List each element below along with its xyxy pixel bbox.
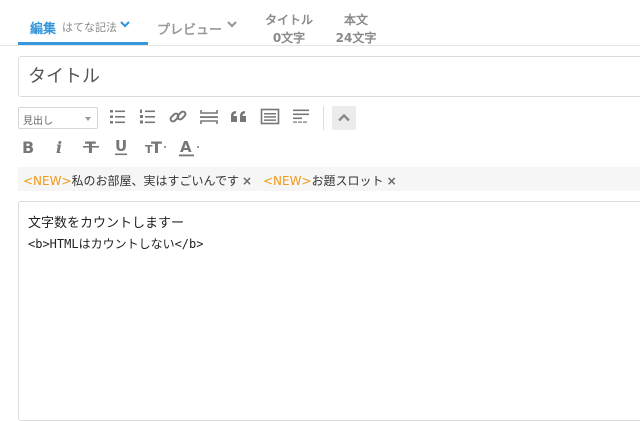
font-color-button[interactable]: A [178, 136, 204, 158]
strikethrough-button[interactable]: T [81, 136, 103, 158]
body-text-line: <b>HTMLはカウントしない</b> [28, 237, 204, 251]
body-textarea[interactable]: 文字数をカウントしますー <b>HTMLはカウントしない</b> [18, 201, 640, 421]
numbered-list-icon [140, 109, 155, 124]
topic-item[interactable]: <NEW>私のお部屋、実はすごいんです × [23, 172, 252, 189]
underline-button[interactable]: U [112, 136, 134, 158]
title-char-counter: タイトル 0文字 [262, 11, 316, 47]
editor-mode-tabs: 編集 はてな記法 プレビュー タイトル 0文字 本文 24文字 [0, 0, 640, 46]
read-more-button[interactable] [290, 106, 312, 128]
svg-text:A: A [180, 138, 192, 156]
close-icon[interactable]: × [387, 174, 397, 188]
font-size-icon: T T [145, 138, 166, 157]
tab-edit[interactable]: 編集 はてな記法 [18, 0, 148, 46]
toolbar-separator [323, 106, 324, 130]
font-color-icon: A [179, 138, 199, 157]
insert-table-button[interactable] [259, 106, 281, 128]
tab-preview[interactable]: プレビュー [157, 0, 245, 46]
svg-text:T: T [151, 138, 162, 157]
svg-text:i: i [56, 138, 62, 157]
topic-label: お題スロット [311, 174, 384, 188]
collapse-toolbar-button[interactable] [332, 106, 356, 130]
title-input[interactable] [18, 56, 640, 97]
read-more-icon [293, 109, 309, 123]
svg-text:U: U [115, 137, 127, 155]
heading-select-value: 見出し [23, 116, 53, 127]
new-badge: <NEW> [23, 174, 72, 188]
bold-button[interactable]: B [19, 136, 41, 158]
link-icon [169, 110, 187, 123]
counter-label: 本文 [343, 13, 368, 27]
tab-preview-label: プレビュー [157, 23, 223, 38]
bullet-list-button[interactable] [107, 106, 129, 128]
table-icon [260, 108, 280, 125]
svg-text:B: B [22, 138, 34, 157]
close-icon[interactable]: × [242, 174, 252, 188]
topic-item[interactable]: <NEW>お題スロット × [263, 172, 397, 189]
quote-button[interactable] [228, 106, 250, 128]
horizontal-rule-button[interactable] [198, 106, 220, 128]
chevron-up-icon [338, 113, 350, 122]
horizontal-rule-icon [200, 110, 218, 124]
new-badge: <NEW> [263, 174, 312, 188]
font-size-button[interactable]: T T [143, 136, 169, 158]
tabs-divider [0, 45, 640, 46]
numbered-list-button[interactable] [137, 106, 159, 128]
body-text-line: 文字数をカウントしますー [28, 216, 185, 231]
topic-suggestions-bar: <NEW>私のお部屋、実はすごいんです × <NEW>お題スロット × [18, 167, 640, 191]
bullet-list-icon [110, 110, 125, 124]
tab-edit-label: 編集 [30, 22, 57, 37]
tab-edit-syntax: はてな記法 [62, 21, 117, 34]
body-char-counter: 本文 24文字 [332, 11, 380, 47]
insert-link-button[interactable] [167, 106, 189, 128]
strikethrough-icon: T [83, 138, 99, 157]
counter-label: タイトル [264, 13, 313, 27]
italic-icon: i [56, 138, 62, 157]
underline-icon: U [115, 137, 127, 156]
select-arrow-icon [85, 117, 91, 121]
bold-icon: B [22, 138, 34, 157]
quote-icon [231, 111, 246, 122]
chevron-down-icon[interactable] [120, 20, 130, 28]
chevron-down-icon[interactable] [227, 20, 237, 28]
topic-label: 私のお部屋、実はすごいんです [71, 174, 239, 188]
italic-button[interactable]: i [50, 136, 72, 158]
heading-select[interactable]: 見出し [18, 107, 98, 129]
